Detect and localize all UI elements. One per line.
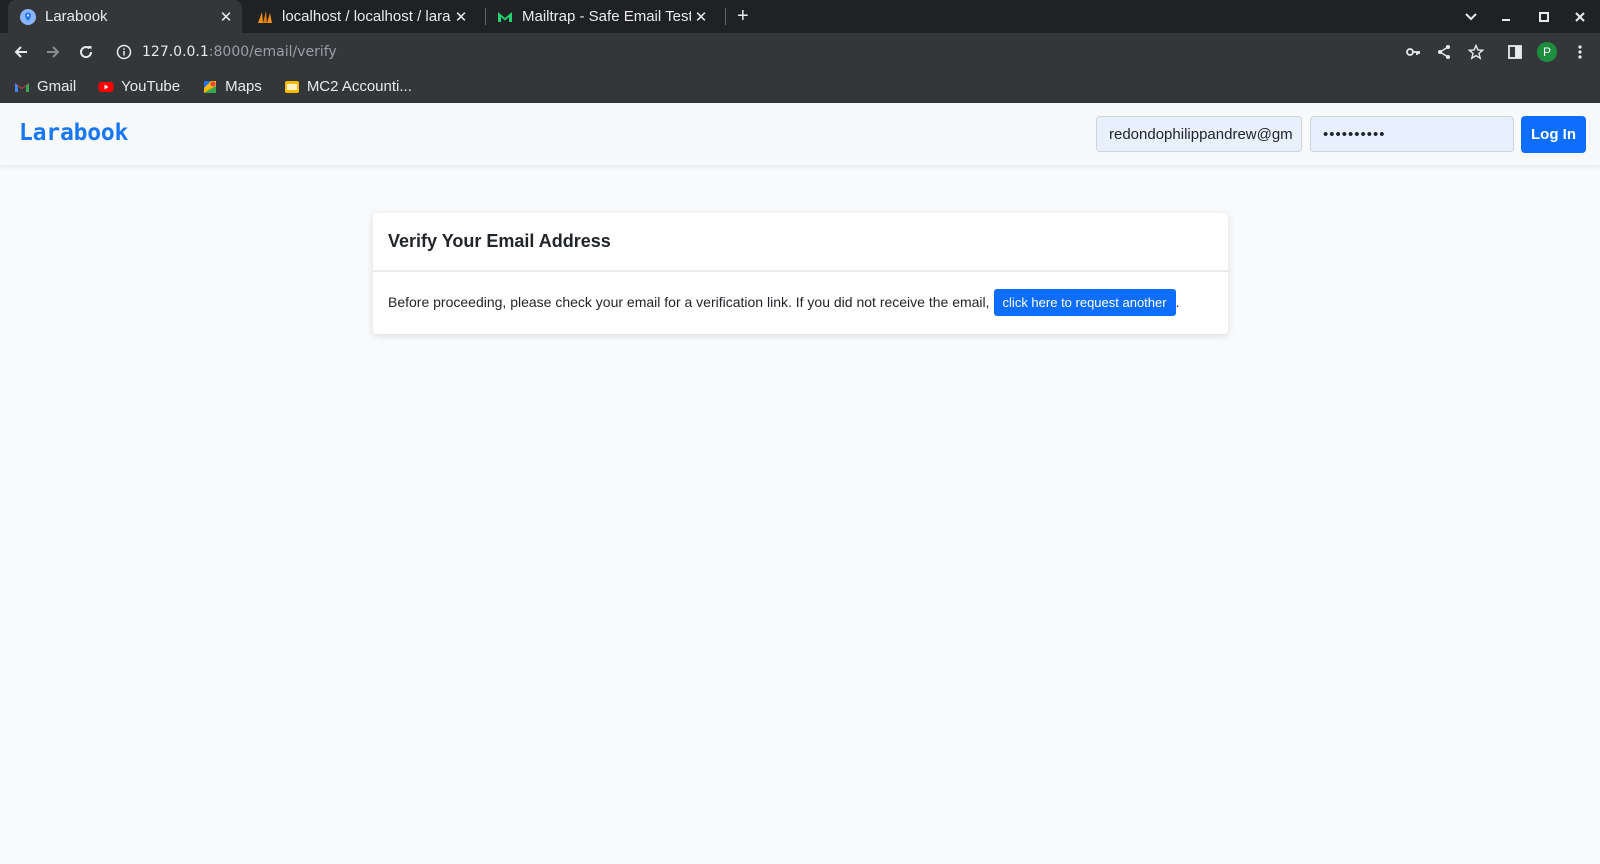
tab-title: localhost / localhost / lara [282,8,451,25]
trailing-period: . [1175,294,1180,310]
tab-phpmyadmin[interactable]: localhost / localhost / lara ✕ [245,0,477,33]
folder-icon [284,80,299,93]
bookmark-label: MC2 Accounti... [306,78,412,95]
password-field[interactable]: •••••••••• [1310,116,1514,152]
card-header: Verify Your Email Address [373,213,1228,272]
tab-close-icon[interactable]: ✕ [691,8,711,26]
site-navbar: Larabook redondophilippandrew@gm •••••••… [0,103,1600,166]
email-field[interactable]: redondophilippandrew@gm [1096,116,1302,152]
more-menu-icon[interactable] [1565,33,1595,70]
phpmyadmin-icon [258,10,272,23]
card-title: Verify Your Email Address [388,231,611,251]
resend-verification-button[interactable]: click here to request another [993,288,1176,316]
tab-close-icon[interactable]: ✕ [451,8,471,26]
card-body: Before proceeding, please check your ema… [373,272,1228,332]
page-viewport: Larabook redondophilippandrew@gm •••••••… [0,103,1600,864]
bookmark-gmail[interactable]: Gmail [0,73,84,101]
maps-icon [204,80,217,93]
side-panel-icon[interactable] [1500,33,1530,70]
url-host: 127.0.0.1 [142,43,209,60]
bookmark-star-icon[interactable] [1461,33,1491,70]
verify-instructions: Before proceeding, please check your ema… [388,294,990,310]
verify-email-card: Verify Your Email Address Before proceed… [373,213,1228,334]
forward-arrow-icon[interactable] [37,33,69,70]
map-pin-icon [20,8,36,25]
gmail-icon [15,82,29,92]
bookmark-youtube[interactable]: YouTube [84,73,188,101]
maximize-icon[interactable] [1528,0,1560,33]
bookmark-label: Gmail [37,78,77,95]
login-button[interactable]: Log In [1521,116,1586,153]
site-info-icon[interactable] [108,33,140,70]
browser-tab-strip: Larabook ✕ localhost / localhost / lara … [0,0,1600,33]
bookmark-maps[interactable]: Maps [188,73,270,101]
mailtrap-icon [498,11,512,22]
tab-title: Larabook [45,8,108,25]
reload-icon[interactable] [70,33,102,70]
close-window-icon[interactable] [1564,0,1596,33]
new-tab-button[interactable]: + [737,5,749,28]
profile-initial: P [1537,41,1557,62]
minimize-icon[interactable] [1490,0,1522,33]
browser-toolbar: 127.0.0.1:8000/email/verify P [0,33,1600,70]
tab-larabook[interactable]: Larabook ✕ [8,0,242,33]
password-key-icon[interactable] [1398,33,1428,70]
address-bar[interactable]: 127.0.0.1:8000/email/verify [142,37,1442,66]
bookmark-label: Maps [225,78,262,95]
youtube-icon [98,81,114,92]
url-path: :8000/email/verify [208,43,337,60]
back-arrow-icon[interactable] [5,33,37,70]
tab-close-icon[interactable]: ✕ [216,8,236,26]
share-icon[interactable] [1429,33,1459,70]
tab-mailtrap[interactable]: Mailtrap - Safe Email Testi ✕ [485,0,717,33]
profile-avatar[interactable]: P [1532,33,1562,70]
tab-title: Mailtrap - Safe Email Testi [522,8,691,25]
brand-logo[interactable]: Larabook [19,120,128,146]
tab-search-chevron-icon[interactable] [1455,0,1487,33]
bookmark-label: YouTube [121,78,181,95]
bookmark-mc2-accounting[interactable]: MC2 Accounti... [270,73,420,101]
bookmarks-bar: Gmail YouTube Maps MC2 Accounti... [0,70,1600,103]
tab-divider [725,8,726,25]
